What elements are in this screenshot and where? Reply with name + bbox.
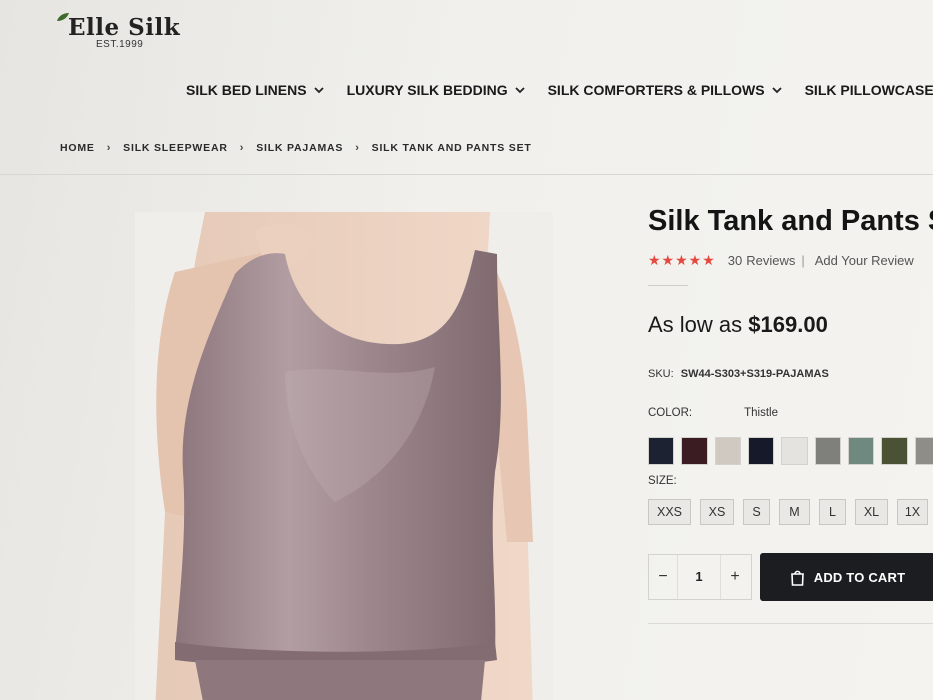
review-separator: |	[801, 253, 805, 268]
star-rating-icon: ★★★★★	[648, 252, 716, 268]
breadcrumb-separator-icon: ›	[355, 142, 360, 154]
nav-item-label: SILK BED LINENS	[186, 82, 307, 98]
size-label: SIZE:	[648, 475, 677, 487]
product-photo	[135, 212, 553, 700]
header-divider	[0, 174, 933, 175]
divider	[648, 623, 933, 624]
breadcrumb-home[interactable]: HOME	[60, 142, 95, 154]
main-nav: SILK BED LINENS LUXURY SILK BEDDING SILK…	[186, 82, 933, 98]
sku-value: SW44-S303+S319-PAJAMAS	[680, 368, 829, 380]
color-swatch[interactable]	[847, 437, 875, 465]
color-swatch[interactable]	[781, 437, 808, 465]
qty-plus-button[interactable]: +	[721, 568, 749, 586]
price-prefix: As low as	[648, 312, 743, 337]
logo[interactable]: Elle Silk EST.1999	[57, 13, 188, 50]
sku: SKU: SW44-S303+S319-PAJAMAS	[648, 368, 933, 380]
add-to-cart-label: ADD TO CART	[813, 569, 906, 585]
rating-row: ★★★★★ 30 Reviews | Add Your Review	[648, 252, 933, 269]
color-swatch[interactable]	[814, 437, 841, 465]
size-option[interactable]: S	[743, 499, 770, 525]
leaf-icon	[57, 13, 69, 21]
price: As low as $169.00	[648, 312, 933, 338]
breadcrumb-silk-pajamas[interactable]: SILK PAJAMAS	[256, 142, 343, 154]
reviews-link[interactable]: Reviews	[746, 253, 795, 268]
breadcrumb-separator-icon: ›	[239, 142, 245, 154]
add-to-cart-button[interactable]: ADD TO CART	[760, 553, 933, 601]
chevron-down-icon	[313, 87, 324, 94]
color-swatch[interactable]	[881, 437, 908, 465]
review-count[interactable]: 30	[728, 253, 742, 268]
nav-item-silk-comforters-pillows[interactable]: SILK COMFORTERS & PILLOWS	[548, 82, 783, 98]
color-swatch[interactable]	[648, 437, 675, 465]
divider	[648, 285, 688, 286]
nav-item-label: LUXURY SILK BEDDING	[346, 82, 508, 98]
qty-input[interactable]: 1	[677, 555, 721, 599]
size-option[interactable]: XXS	[648, 499, 691, 525]
color-swatch[interactable]	[747, 437, 775, 465]
size-options: XXS XS S M L XL 1X	[648, 499, 933, 525]
breadcrumb-current: SILK TANK AND PANTS SET	[371, 142, 532, 154]
color-row: COLOR: Thistle	[648, 407, 933, 419]
nav-item-label: SILK PILLOWCASES	[804, 82, 933, 98]
size-option[interactable]: M	[779, 499, 810, 525]
color-swatch[interactable]	[714, 437, 741, 465]
qty-minus-button[interactable]: −	[649, 568, 677, 586]
nav-item-silk-pillowcases[interactable]: SILK PILLOWCASES	[805, 82, 933, 98]
nav-item-luxury-silk-bedding[interactable]: LUXURY SILK BEDDING	[347, 82, 526, 98]
nav-item-label: SILK COMFORTERS & PILLOWS	[547, 82, 765, 98]
color-swatch[interactable]	[681, 437, 708, 465]
price-value: $169.00	[748, 312, 828, 337]
color-label: COLOR:	[648, 407, 693, 419]
size-option[interactable]: L	[819, 499, 846, 525]
color-swatch[interactable]	[914, 437, 933, 465]
add-review-link[interactable]: Add Your Review	[815, 253, 914, 268]
brand-name: Elle Silk	[68, 14, 181, 41]
logo-wordmark: Elle Silk	[57, 13, 188, 41]
size-option[interactable]: XS	[700, 499, 734, 525]
product-title: Silk Tank and Pants Set	[648, 205, 933, 237]
color-value: Thistle	[744, 407, 778, 419]
chevron-down-icon	[514, 87, 525, 94]
color-swatches	[648, 437, 933, 465]
page: Elle Silk EST.1999 SILK BED LINENS LUXUR…	[0, 0, 933, 700]
chevron-down-icon	[771, 87, 782, 94]
quantity-stepper: − 1 +	[648, 554, 752, 600]
nav-item-silk-bed-linens[interactable]: SILK BED LINENS	[186, 82, 325, 98]
breadcrumb: HOME › SILK SLEEPWEAR › SILK PAJAMAS › S…	[60, 142, 532, 154]
breadcrumb-silk-sleepwear[interactable]: SILK SLEEPWEAR	[123, 142, 228, 154]
shopping-bag-icon	[790, 570, 804, 586]
size-option[interactable]: 1X	[897, 499, 928, 525]
product-image[interactable]	[135, 212, 553, 700]
breadcrumb-separator-icon: ›	[106, 142, 112, 154]
product-info: Silk Tank and Pants Set ★★★★★ 30 Reviews…	[648, 205, 933, 624]
size-option[interactable]: XL	[855, 499, 888, 525]
cart-row: − 1 + ADD TO CART	[648, 553, 933, 601]
sku-label: SKU:	[648, 368, 674, 380]
